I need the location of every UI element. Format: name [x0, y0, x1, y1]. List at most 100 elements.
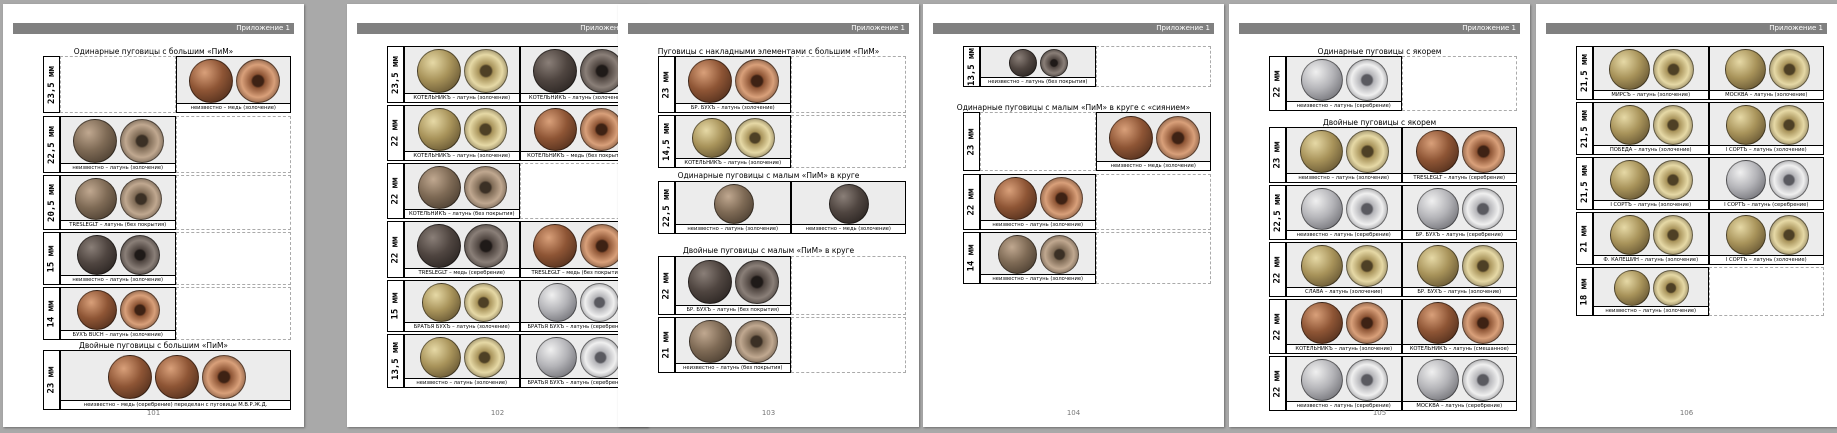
size-label: 22 мм	[1269, 299, 1286, 354]
button-front-photo	[1610, 105, 1651, 145]
button-row: 21 мм Ф. КАЛЕШИН – латунь (золочение) I СО…	[1576, 212, 1824, 265]
section-title: Одинарные пуговицы с большим «ПиМ»	[73, 47, 234, 56]
size-value: 15 мм	[46, 244, 57, 273]
button-cell: неизвестно – медь (серебрение) переделан…	[60, 350, 291, 410]
button-back-photo	[1155, 116, 1200, 160]
button-cell: неизвестно – латунь (без покрытия)	[980, 46, 1096, 87]
button-back-photo	[1346, 359, 1389, 401]
button-cell: TRESLEGLT – медь (серебрение)	[404, 221, 520, 278]
button-cell: I СОРТЪ – латунь (золочение)	[1708, 102, 1824, 155]
button-back-photo	[464, 337, 506, 378]
page-number: 104	[1066, 409, 1081, 417]
size-label: 13,5 мм	[387, 334, 404, 388]
button-front-photo	[77, 235, 118, 275]
button-cell: КОТЕЛЬНИКЪ – латунь (смешанное)	[1401, 299, 1517, 354]
button-back-photo	[464, 166, 508, 209]
button-row: 20,5 мм TRESLEGLT – латунь (без покрытия)	[43, 175, 291, 230]
document-page: Приложение 1 13,5 мм неизвестно – латунь (…	[923, 4, 1224, 427]
button-back-photo	[1653, 160, 1694, 200]
button-cell: КОТЕЛЬНИКЪ – латунь (золочение)	[404, 46, 520, 103]
button-front-photo	[1725, 215, 1766, 255]
button-cell: TRESLEGLT – латунь (серебрение)	[1401, 127, 1517, 183]
empty-cell	[790, 256, 906, 315]
button-cell: неизвестно – латунь (золочение)	[980, 174, 1096, 230]
button-caption: неизвестно – латунь (серебрение)	[1287, 101, 1401, 110]
size-value: 22,5 мм	[661, 188, 672, 227]
button-back-photo	[1461, 302, 1504, 344]
size-value: 21 мм	[1579, 224, 1590, 253]
button-row: 22 мм TRESLEGLT – медь (серебрение) TRESLE…	[387, 221, 635, 278]
size-value: 22 мм	[661, 271, 672, 300]
size-value: 22,5 мм	[1272, 193, 1283, 232]
button-front-photo	[533, 108, 577, 151]
size-value: 14,5 мм	[661, 122, 672, 161]
section-title: Одинарные пуговицы с якорем	[1317, 47, 1442, 56]
button-row: 23 мм БР. БУХЪ – латунь (золочение)	[658, 56, 906, 113]
button-row: 22 мм БР. БУХЪ – латунь (без покрытия)	[658, 256, 906, 315]
button-back-photo	[1040, 235, 1080, 274]
button-caption: БР. БУХЪ – латунь (серебрение)	[1402, 230, 1516, 239]
button-cell: неизвестно – латунь (без покрытия)	[675, 317, 791, 373]
button-row: 15 мм БРАТЬЯ БУХЪ – латунь (золочение) БРА…	[387, 280, 635, 332]
button-front-photo	[689, 320, 733, 363]
page-number: 102	[490, 409, 505, 417]
button-front-photo	[73, 119, 118, 163]
button-front-photo	[1300, 130, 1344, 173]
button-caption: неизвестно – латунь (золочение)	[405, 378, 519, 387]
button-front-photo	[1609, 49, 1651, 90]
size-label: 22 мм	[658, 256, 675, 315]
button-cell: неизвестно – латунь (золочение)	[980, 232, 1096, 284]
size-label: 21,5 мм	[1576, 157, 1593, 210]
size-value: 21,5 мм	[1579, 54, 1590, 92]
button-caption: БРАТЬЯ БУХЪ – латунь (золочение)	[405, 322, 519, 331]
size-value: 22 мм	[1272, 312, 1283, 341]
size-value: 18 мм	[1579, 277, 1590, 306]
button-front-photo	[188, 59, 233, 103]
button-front-photo	[688, 59, 733, 103]
size-label: 15 мм	[43, 232, 60, 285]
button-caption: неизвестно – медь (золочение)	[791, 224, 905, 233]
button-cell: БР. БУХЪ – латунь (серебрение)	[1401, 185, 1517, 240]
empty-cell	[175, 175, 291, 230]
button-cell: Ф. КАЛЕШИН – латунь (золочение)	[1593, 212, 1709, 265]
button-back-photo	[735, 320, 779, 363]
button-caption: МИРСЪ – латунь (золочение)	[1594, 90, 1708, 99]
button-caption: неизвестно – медь (серебрение) переделан…	[61, 400, 290, 409]
button-back-photo	[1346, 302, 1389, 344]
button-front-photo	[829, 184, 870, 224]
page-header: Приложение 1	[1546, 23, 1827, 34]
button-front-photo	[1610, 160, 1651, 200]
size-label: 21,5 мм	[1576, 46, 1593, 100]
button-front-photo	[1301, 302, 1344, 344]
size-value: 21,5 мм	[1579, 164, 1590, 203]
button-cell: ПОБЕДА – латунь (золочение)	[1593, 102, 1709, 155]
button-cell: I СОРТЪ – латунь (золочение)	[1708, 212, 1824, 265]
button-cell: КОТЕЛЬНИКЪ – латунь (без покрытия)	[404, 163, 520, 219]
button-back-photo	[464, 224, 509, 268]
size-label: 22,5 мм	[43, 116, 60, 173]
button-cell: БР. БУХЪ – латунь (золочение)	[1401, 242, 1517, 297]
empty-cell	[790, 115, 906, 168]
button-caption: I СОРТЪ – латунь (золочение)	[1594, 200, 1708, 209]
size-value: 21 мм	[661, 331, 672, 359]
button-front-photo	[418, 166, 462, 209]
button-back-photo	[120, 235, 161, 275]
empty-cell	[1401, 56, 1517, 111]
button-caption: БРАТЬЯ БУХЪ – латунь (серебрение)	[520, 378, 634, 387]
button-back-photo	[1461, 359, 1504, 401]
button-row: 22 мм неизвестно – латунь (серебрение) МОС…	[1269, 356, 1517, 411]
button-cell: неизвестно – медь (золочение)	[1095, 112, 1211, 171]
button-front-photo	[107, 354, 152, 399]
size-value: 22 мм	[966, 188, 977, 216]
button-back-photo	[735, 59, 780, 103]
button-back-photo	[579, 108, 623, 151]
button-front-photo	[692, 118, 733, 158]
button-caption: КОТЕЛЬНИКЪ – латунь (золочение)	[405, 151, 519, 160]
size-label: 23 мм	[1269, 127, 1286, 183]
size-label: 23 мм	[963, 112, 980, 171]
button-row: 22,5 мм неизвестно – латунь (золочение) не…	[658, 181, 906, 234]
button-cell: БР. БУХЪ – латунь (без покрытия)	[675, 256, 791, 315]
empty-cell	[790, 317, 906, 373]
size-label: 15 мм	[387, 280, 404, 332]
button-back-photo	[1461, 130, 1505, 173]
